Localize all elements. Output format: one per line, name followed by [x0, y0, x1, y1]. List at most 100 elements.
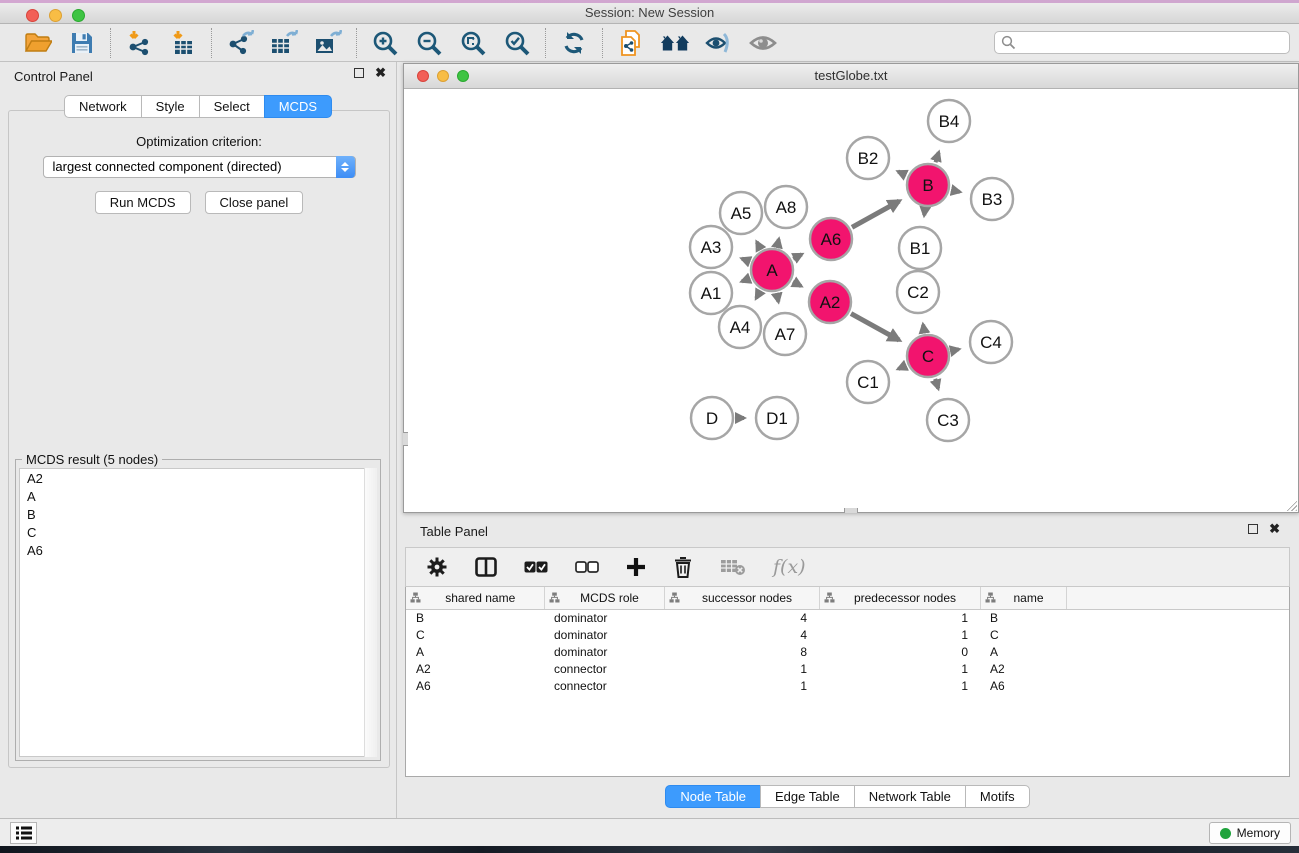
resize-grip-left[interactable] [403, 432, 408, 446]
close-panel-button[interactable]: Close panel [205, 191, 304, 214]
network-window-titlebar[interactable]: testGlobe.txt [404, 64, 1298, 89]
zoom-fit-button[interactable] [458, 29, 488, 57]
table-cell[interactable]: A [980, 644, 1066, 661]
table-cell[interactable]: 4 [664, 609, 819, 627]
save-session-button[interactable] [67, 29, 97, 57]
table-cell[interactable]: dominator [544, 644, 664, 661]
column-header-name[interactable]: name [980, 587, 1066, 609]
clone-network-button[interactable] [616, 29, 646, 57]
table-row[interactable]: A6connector11A6 [406, 678, 1289, 695]
mcds-result-item[interactable]: A6 [20, 541, 376, 559]
table-tab-motifs[interactable]: Motifs [965, 785, 1030, 808]
zoom-in-button[interactable] [370, 29, 400, 57]
open-session-button[interactable] [23, 29, 53, 57]
graph-edge-A-A3[interactable] [742, 259, 750, 262]
table-cell[interactable]: 1 [819, 627, 980, 644]
import-table-button[interactable] [168, 29, 198, 57]
minimize-window-button[interactable] [49, 9, 62, 22]
network-close-button[interactable] [417, 70, 429, 82]
import-network-button[interactable] [124, 29, 154, 57]
graph-edge-B-B2[interactable] [898, 172, 906, 176]
network-graph-svg[interactable]: B4B2BB3A8A5A6A3B1AA1C2A2A4A7C4CC1C3DD1 [404, 89, 1298, 512]
table-cell[interactable]: 1 [664, 678, 819, 695]
network-minimize-button[interactable] [437, 70, 449, 82]
graph-edge-C-C2[interactable] [923, 325, 924, 333]
graph-edge-A-A6[interactable] [793, 254, 802, 258]
table-cell[interactable]: 1 [664, 661, 819, 678]
graph-edge-A-A2[interactable] [793, 282, 801, 287]
export-image-button[interactable] [313, 29, 343, 57]
table-cell[interactable]: A [406, 644, 544, 661]
houses-button[interactable] [660, 29, 690, 57]
table-cell[interactable]: A2 [406, 661, 544, 678]
table-cell[interactable]: dominator [544, 609, 664, 627]
table-cell[interactable]: 0 [819, 644, 980, 661]
resize-grip-bottom[interactable] [844, 508, 858, 513]
task-history-button[interactable] [10, 822, 37, 844]
tab-select[interactable]: Select [199, 95, 265, 118]
table-cell[interactable]: A2 [980, 661, 1066, 678]
float-panel-icon[interactable] [354, 68, 364, 78]
search-input[interactable] [1016, 36, 1289, 50]
zoom-selected-button[interactable] [502, 29, 532, 57]
eye-slash-button[interactable] [704, 29, 734, 57]
unselect-all-button[interactable] [575, 561, 599, 574]
export-table-button[interactable] [269, 29, 299, 57]
graph-edge-A6-B[interactable] [852, 201, 899, 227]
export-network-button[interactable] [225, 29, 255, 57]
graph-edge-A-A7[interactable] [777, 294, 779, 302]
tab-network[interactable]: Network [64, 95, 142, 118]
table-cell[interactable]: A6 [980, 678, 1066, 695]
table-settings-button[interactable] [426, 556, 448, 578]
float-table-panel-icon[interactable] [1248, 524, 1258, 534]
graph-edge-C-C1[interactable] [898, 366, 906, 369]
graph-edge-A-A8[interactable] [777, 239, 779, 246]
table-tab-network-table[interactable]: Network Table [854, 785, 966, 808]
function-builder-button[interactable]: f(x) [773, 556, 806, 578]
graph-edge-C-C4[interactable] [951, 349, 958, 351]
table-tab-node-table[interactable]: Node Table [665, 785, 761, 808]
refresh-button[interactable] [559, 29, 589, 57]
table-tab-edge-table[interactable]: Edge Table [760, 785, 855, 808]
network-canvas[interactable]: B4B2BB3A8A5A6A3B1AA1C2A2A4A7C4CC1C3DD1 [404, 89, 1298, 512]
zoom-out-button[interactable] [414, 29, 444, 57]
table-cell[interactable]: 1 [819, 661, 980, 678]
close-table-panel-icon[interactable]: ✖ [1269, 524, 1280, 534]
column-header-predecessor-nodes[interactable]: predecessor nodes [819, 587, 980, 609]
table-cell[interactable]: 1 [819, 609, 980, 627]
close-window-button[interactable] [26, 9, 39, 22]
table-row[interactable]: Bdominator41B [406, 609, 1289, 627]
graph-edge-A-A4[interactable] [756, 291, 760, 298]
column-header-mcds-role[interactable]: MCDS role [544, 587, 664, 609]
graph-edge-C-C3[interactable] [935, 379, 938, 389]
eye-button[interactable] [748, 29, 778, 57]
table-row[interactable]: Adominator80A [406, 644, 1289, 661]
table-cell[interactable]: connector [544, 661, 664, 678]
tab-style[interactable]: Style [141, 95, 200, 118]
table-row[interactable]: Cdominator41C [406, 627, 1289, 644]
mcds-result-item[interactable]: A [20, 487, 376, 505]
table-row[interactable]: A2connector11A2 [406, 661, 1289, 678]
mcds-result-list[interactable]: A2ABCA6 [19, 468, 377, 757]
delete-column-button[interactable] [673, 556, 693, 578]
split-columns-button[interactable] [475, 557, 497, 577]
table-cell[interactable]: B [980, 609, 1066, 627]
table-cell[interactable]: dominator [544, 627, 664, 644]
mcds-result-item[interactable]: C [20, 523, 376, 541]
graph-edge-A2-C[interactable] [851, 314, 899, 341]
close-panel-icon[interactable]: ✖ [375, 68, 386, 78]
select-all-button[interactable] [524, 561, 548, 574]
graph-edge-B-B1[interactable] [924, 209, 925, 216]
search-field[interactable] [994, 31, 1290, 54]
delete-table-button[interactable] [720, 558, 746, 576]
table-cell[interactable]: C [980, 627, 1066, 644]
add-column-button[interactable] [626, 557, 646, 577]
table-cell[interactable]: 4 [664, 627, 819, 644]
tab-mcds[interactable]: MCDS [264, 95, 332, 118]
table-cell[interactable]: connector [544, 678, 664, 695]
table-cell[interactable]: A6 [406, 678, 544, 695]
optimization-criterion-dropdown[interactable]: largest connected component (directed) [43, 156, 356, 178]
run-mcds-button[interactable]: Run MCDS [95, 191, 191, 214]
zoom-window-button[interactable] [72, 9, 85, 22]
mcds-result-item[interactable]: B [20, 505, 376, 523]
